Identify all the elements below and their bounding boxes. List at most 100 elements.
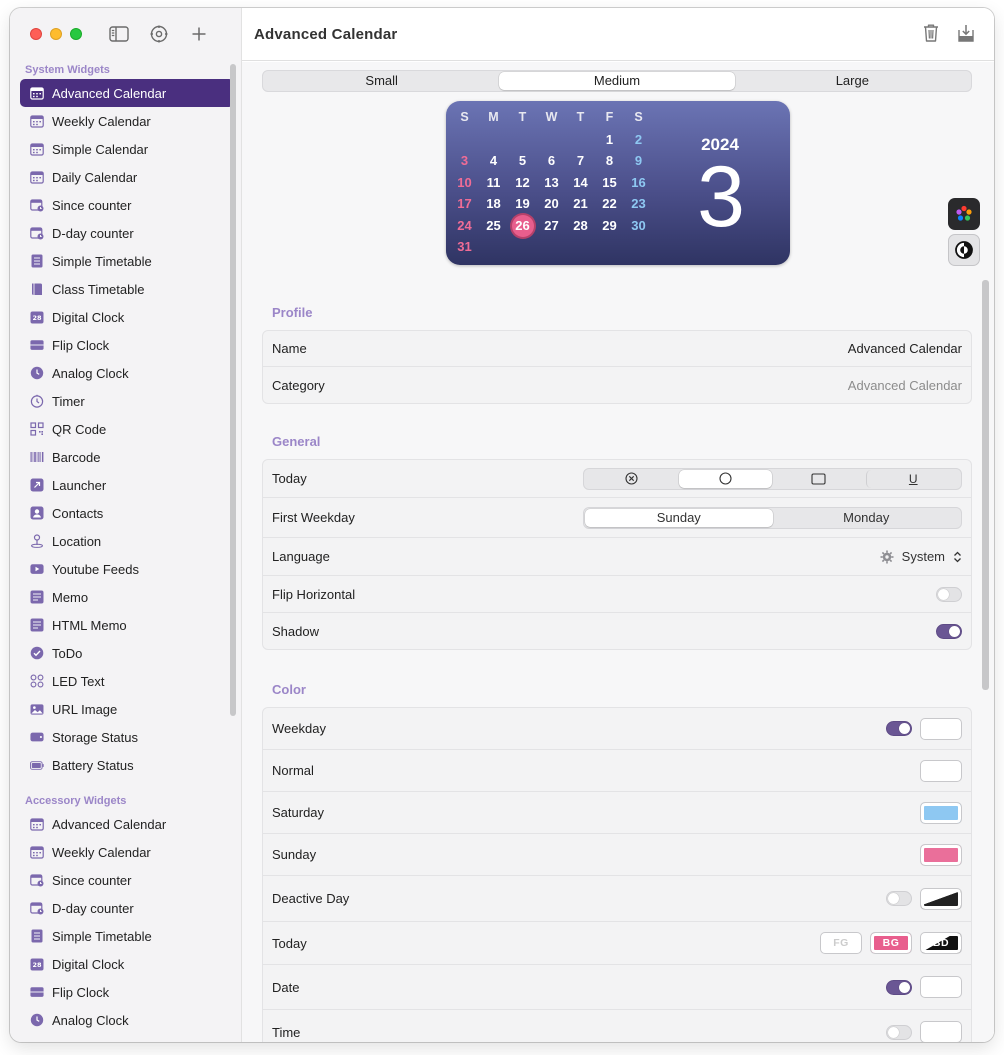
system-item-simple-timetable[interactable]: Simple Timetable xyxy=(20,247,234,275)
digital-clock-icon: 28 xyxy=(30,310,44,324)
day-number: 10 xyxy=(457,174,472,190)
system-item-url-image[interactable]: URL Image xyxy=(20,695,234,723)
today-style-row: Today U xyxy=(263,460,971,498)
language-select[interactable]: System xyxy=(880,549,962,564)
shadow-toggle[interactable] xyxy=(936,623,962,639)
language-label: Language xyxy=(272,549,330,564)
export-button[interactable] xyxy=(955,22,977,44)
day-cell: 7 xyxy=(566,150,595,172)
normal-color-swatch[interactable] xyxy=(920,759,962,782)
delete-button[interactable] xyxy=(920,22,942,44)
sidebar-item-label: Advanced Calendar xyxy=(52,85,167,101)
sidebar-item-label: Class Timetable xyxy=(52,281,145,297)
system-item-timer[interactable]: Timer xyxy=(20,387,234,415)
sidebar-item-label: Weekly Calendar xyxy=(52,844,151,860)
today-style-rectangle[interactable] xyxy=(772,470,866,488)
system-item-analog-clock[interactable]: Analog Clock xyxy=(20,359,234,387)
system-item-class-timetable[interactable]: Class Timetable xyxy=(20,275,234,303)
system-item-d-day-counter[interactable]: D-day counter xyxy=(20,219,234,247)
color-palette-button[interactable] xyxy=(948,198,980,230)
add-widget-button[interactable] xyxy=(186,22,212,46)
system-item-memo[interactable]: Memo xyxy=(20,583,234,611)
system-item-led-text[interactable]: LED Text xyxy=(20,667,234,695)
day-number: 24 xyxy=(457,217,472,233)
today-bd-swatch[interactable]: BD xyxy=(920,932,962,954)
play-icon xyxy=(30,562,44,576)
today-bg-swatch[interactable]: BG xyxy=(870,932,912,954)
accessory-item-weekly-calendar[interactable]: Weekly Calendar xyxy=(20,838,234,866)
sidebar-item-label: Simple Calendar xyxy=(52,141,149,157)
accessory-item-flip-clock[interactable]: Flip Clock xyxy=(20,978,234,1006)
time-color-toggle[interactable] xyxy=(886,1024,912,1040)
deactive-day-toggle[interactable] xyxy=(886,891,912,906)
system-item-battery-status[interactable]: Battery Status xyxy=(20,751,234,779)
system-item-advanced-calendar[interactable]: Advanced Calendar xyxy=(20,79,234,107)
sunday-color-swatch[interactable] xyxy=(920,843,962,866)
size-large-tab[interactable]: Large xyxy=(735,72,970,90)
minimize-window-button[interactable] xyxy=(50,28,62,40)
day-cell: 20 xyxy=(537,193,566,215)
system-item-storage-status[interactable]: Storage Status xyxy=(20,723,234,751)
sidebar-scrollbar[interactable] xyxy=(230,64,236,716)
book-icon xyxy=(30,282,44,296)
today-style-circle[interactable] xyxy=(678,469,772,488)
name-value[interactable]: Advanced Calendar xyxy=(848,341,962,356)
day-cell: 14 xyxy=(566,172,595,194)
shadow-row: Shadow xyxy=(263,613,971,649)
system-item-location[interactable]: Location xyxy=(20,527,234,555)
day-number: 16 xyxy=(631,174,646,190)
check-icon xyxy=(30,646,44,660)
zoom-window-button[interactable] xyxy=(70,28,82,40)
sidebar-item-label: URL Image xyxy=(52,701,118,717)
window-controls xyxy=(30,28,82,40)
today-style-underline[interactable]: U xyxy=(865,469,961,488)
accessory-item-advanced-calendar[interactable]: Advanced Calendar xyxy=(20,810,234,838)
today-fg-swatch[interactable]: FG xyxy=(820,932,862,954)
accessory-item-d-day-counter[interactable]: D-day counter xyxy=(20,894,234,922)
system-item-todo[interactable]: ToDo xyxy=(20,639,234,667)
system-item-qr-code[interactable]: QR Code xyxy=(20,415,234,443)
day-number: 6 xyxy=(547,153,556,168)
sidebar-item-label: Battery Status xyxy=(52,757,134,773)
system-item-launcher[interactable]: Launcher xyxy=(20,471,234,499)
system-item-digital-clock[interactable]: 28 Digital Clock xyxy=(20,303,234,331)
day-number: 13 xyxy=(544,174,559,190)
date-color-swatch[interactable] xyxy=(920,976,962,998)
system-item-since-counter[interactable]: Since counter xyxy=(20,191,234,219)
toggle-sidebar-button[interactable] xyxy=(106,22,132,46)
accessory-item-simple-timetable[interactable]: Simple Timetable xyxy=(20,922,234,950)
accessory-item-analog-clock[interactable]: Analog Clock xyxy=(20,1006,234,1034)
system-item-barcode[interactable]: Barcode xyxy=(20,443,234,471)
week-row: 24 25 26 27 28 29 30 xyxy=(450,214,654,237)
size-medium-tab[interactable]: Medium xyxy=(499,72,735,90)
first-weekday-sunday[interactable]: Sunday xyxy=(585,508,773,527)
sidebar-item-label: LED Text xyxy=(52,673,105,689)
saturday-color-label: Saturday xyxy=(272,805,325,820)
weekday-color-swatch[interactable] xyxy=(920,717,962,740)
system-item-html-memo[interactable]: HTML Memo xyxy=(20,611,234,639)
system-item-flip-clock[interactable]: Flip Clock xyxy=(20,331,234,359)
close-window-button[interactable] xyxy=(30,28,42,40)
size-small-tab[interactable]: Small xyxy=(264,72,499,90)
system-item-daily-calendar[interactable]: Daily Calendar xyxy=(20,163,234,191)
system-item-simple-calendar[interactable]: Simple Calendar xyxy=(20,135,234,163)
system-item-contacts[interactable]: Contacts xyxy=(20,499,234,527)
flip-horizontal-toggle[interactable] xyxy=(936,586,962,602)
accessory-item-since-counter[interactable]: Since counter xyxy=(20,866,234,894)
detail-scrollbar[interactable] xyxy=(982,280,989,690)
day-cell xyxy=(595,236,624,258)
weekday-color-toggle[interactable] xyxy=(886,721,912,736)
day-number: 30 xyxy=(631,217,646,233)
system-item-weekly-calendar[interactable]: Weekly Calendar xyxy=(20,107,234,135)
time-color-swatch[interactable] xyxy=(920,1021,962,1042)
system-item-youtube-feeds[interactable]: Youtube Feeds xyxy=(20,555,234,583)
deactive-day-swatch[interactable] xyxy=(920,887,962,910)
sunday-color-row: Sunday xyxy=(263,834,971,876)
saturday-color-swatch[interactable] xyxy=(920,801,962,824)
appearance-mode-button[interactable] xyxy=(948,234,980,266)
accessory-item-digital-clock[interactable]: 28 Digital Clock xyxy=(20,950,234,978)
settings-button[interactable] xyxy=(146,22,172,46)
first-weekday-monday[interactable]: Monday xyxy=(773,509,961,527)
today-style-none[interactable] xyxy=(585,470,679,488)
date-color-toggle[interactable] xyxy=(886,979,912,995)
